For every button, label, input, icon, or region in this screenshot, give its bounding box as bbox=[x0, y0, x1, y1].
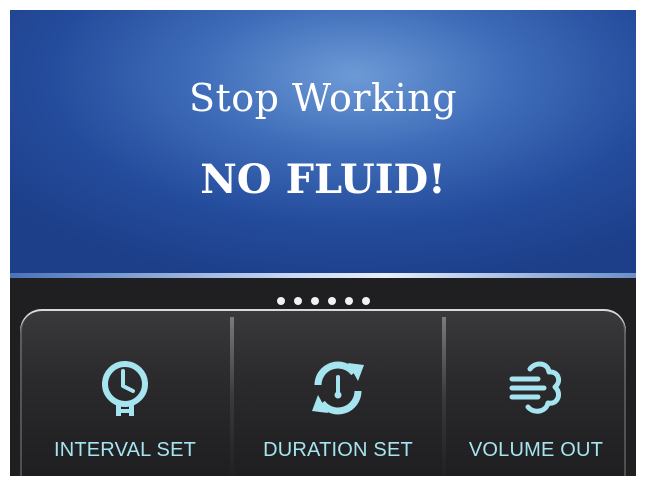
duration-set-label: DURATION SET bbox=[263, 439, 413, 461]
duration-set-button[interactable]: DURATION SET bbox=[234, 309, 442, 476]
page-dot[interactable] bbox=[327, 297, 336, 305]
status-warning: NO FLUID! bbox=[200, 156, 446, 203]
status-screen: Stop Working NO FLUID! bbox=[10, 10, 636, 273]
page-dot[interactable] bbox=[344, 297, 353, 305]
clock-icon bbox=[102, 361, 148, 416]
interval-set-label: INTERVAL SET bbox=[53, 439, 197, 461]
volume-out-label: VOLUME OUT bbox=[468, 439, 604, 461]
wind-icon bbox=[509, 361, 562, 414]
volume-out-button[interactable]: VOLUME OUT bbox=[446, 309, 626, 476]
page-dot[interactable] bbox=[293, 297, 302, 305]
refresh-timer-icon bbox=[312, 361, 364, 415]
status-title: Stop Working bbox=[188, 76, 458, 120]
page-indicator[interactable] bbox=[10, 292, 636, 305]
screen-divider bbox=[10, 273, 636, 278]
interval-set-button[interactable]: INTERVAL SET bbox=[20, 309, 230, 476]
page-dot[interactable] bbox=[310, 297, 319, 305]
device-frame: Stop Working NO FLUID! INTERVAL SET DURA… bbox=[10, 10, 636, 476]
control-panel: INTERVAL SET DURATION SET VOLUME OUT bbox=[20, 309, 626, 476]
page-dot[interactable] bbox=[276, 297, 285, 305]
page-dot[interactable] bbox=[361, 297, 370, 305]
